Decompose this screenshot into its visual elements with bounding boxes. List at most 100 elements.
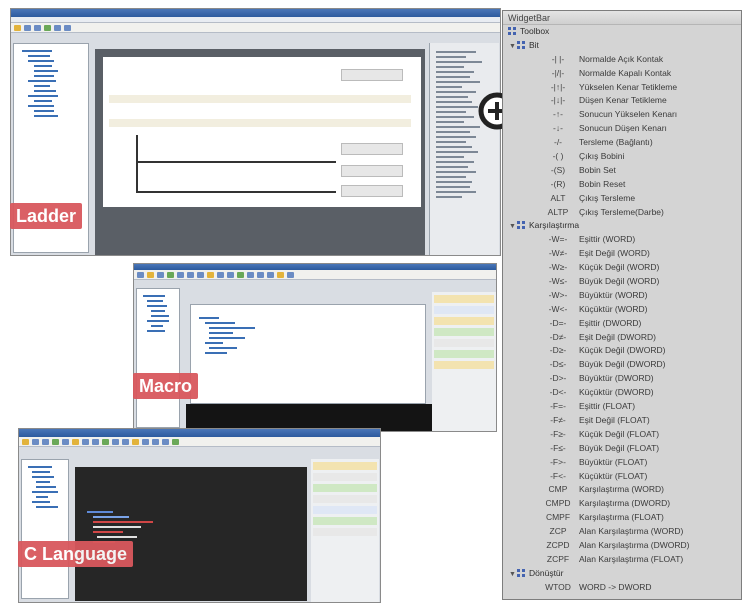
instruction-description: Büyük Değil (FLOAT)	[579, 442, 660, 453]
instruction-symbol: -W≥-	[548, 262, 568, 273]
instruction-symbol: -D=-	[549, 317, 567, 328]
instruction-description: Normalde Açık Kontak	[579, 53, 664, 64]
section-label: Bit	[529, 39, 539, 50]
collapse-arrow-icon[interactable]: ▼	[509, 40, 517, 54]
toolbox-item[interactable]: -|↑|- Yükselen Kenar Tetikleme	[503, 81, 741, 95]
instruction-description: Yükselen Kenar Tetikleme	[579, 81, 678, 92]
instruction-description: WORD -> DWORD	[579, 581, 652, 592]
instruction-description: Sonucun Düşen Kenarı	[579, 123, 667, 134]
toolbox-item[interactable]: -F≠- Eşit Değil (FLOAT)	[503, 414, 741, 428]
collapse-arrow-icon[interactable]: ▼	[509, 220, 517, 234]
toolbox-item[interactable]: ALTP Çıkış Tersleme(Darbe)	[503, 206, 741, 220]
instruction-symbol: -W<-	[548, 303, 568, 314]
toolbox-item[interactable]: -F≥- Küçük Değil (FLOAT)	[503, 428, 741, 442]
toolbox-item[interactable]: -F<- Küçüktür (FLOAT)	[503, 470, 741, 484]
toolbox-item[interactable]: -(S) Bobin Set	[503, 164, 741, 178]
instruction-description: Büyük Değil (DWORD)	[579, 359, 666, 370]
toolbox-item[interactable]: -↓- Sonucun Düşen Kenarı	[503, 122, 741, 136]
toolbox-item[interactable]: CMP Karşılaştırma (WORD)	[503, 483, 741, 497]
instruction-description: Tersleme (Bağlantı)	[579, 137, 653, 148]
instruction-description: Çıkış Tersleme(Darbe)	[579, 206, 664, 217]
coil-block	[341, 165, 403, 177]
instruction-description: Karşılaştırma (DWORD)	[579, 498, 671, 509]
macro-code-editor[interactable]	[190, 304, 426, 404]
toolbox-item[interactable]: -W<- Küçüktür (WORD)	[503, 303, 741, 317]
c-code-editor[interactable]	[75, 467, 307, 601]
macro-editor-screenshot	[133, 263, 497, 432]
instruction-description: Karşılaştırma (FLOAT)	[579, 512, 664, 523]
instruction-symbol: -D≤-	[549, 359, 567, 370]
instruction-description: Küçüktür (FLOAT)	[579, 470, 648, 481]
ladder-title-bar	[11, 9, 500, 17]
toolbox-item[interactable]: -F=- Eşittir (FLOAT)	[503, 400, 741, 414]
rung-highlight	[109, 119, 411, 127]
instruction-symbol: -/-	[553, 137, 563, 148]
c-toolbar	[19, 437, 380, 447]
toolbox-item[interactable]: -D≠- Eşit Değil (DWORD)	[503, 331, 741, 345]
macro-project-tree	[136, 288, 180, 428]
toolbox-section-header[interactable]: ▼ Bit	[503, 39, 741, 53]
instruction-symbol: -|/|-	[551, 67, 565, 78]
toolbox-item[interactable]: WTOD WORD -> DWORD	[503, 581, 741, 595]
toolbox-item[interactable]: -↑- Sonucun Yükselen Kenarı	[503, 108, 741, 122]
ladder-diagram-area[interactable]	[95, 49, 425, 255]
toolbox-item[interactable]: -D>- Büyüktür (DWORD)	[503, 372, 741, 386]
instruction-description: Bobin Set	[579, 164, 616, 175]
instruction-description: Çıkış Bobini	[579, 151, 625, 162]
toolbox-item[interactable]: -D≤- Büyük Değil (DWORD)	[503, 358, 741, 372]
collapse-arrow-icon[interactable]: ▼	[509, 568, 517, 582]
instruction-description: Çıkış Tersleme	[579, 192, 636, 203]
toolbox-item[interactable]: -W>- Büyüktür (WORD)	[503, 289, 741, 303]
c-language-editor-screenshot	[18, 428, 381, 603]
c-language-label: C Language	[18, 541, 134, 567]
instruction-description: Eşittir (WORD)	[579, 234, 636, 245]
toolbox-item[interactable]: -( ) Çıkış Bobini	[503, 150, 741, 164]
category-grid-icon	[517, 221, 525, 230]
toolbox-item[interactable]: ZCPF Alan Karşılaştırma (FLOAT)	[503, 553, 741, 567]
toolbox-item[interactable]: CMPF Karşılaştırma (FLOAT)	[503, 511, 741, 525]
toolbox-item[interactable]: -F>- Büyüktür (FLOAT)	[503, 456, 741, 470]
instruction-description: Eşit Değil (FLOAT)	[579, 414, 650, 425]
toolbox-item[interactable]: -D=- Eşittir (DWORD)	[503, 317, 741, 331]
toolbox-item[interactable]: -|/|- Normalde Kapalı Kontak	[503, 67, 741, 81]
coil-block	[341, 143, 403, 155]
toolbox-section-header[interactable]: ▼ Dönüştür	[503, 567, 741, 581]
instruction-description: Küçük Değil (WORD)	[579, 262, 660, 273]
instruction-description: Eşittir (DWORD)	[579, 317, 642, 328]
toolbox-item[interactable]: -D≥- Küçük Değil (DWORD)	[503, 344, 741, 358]
toolbox-header[interactable]: Toolbox	[503, 25, 741, 39]
toolbox-item[interactable]: CMPD Karşılaştırma (DWORD)	[503, 497, 741, 511]
instruction-symbol: -D<-	[549, 387, 567, 398]
toolbox-item[interactable]: -D<- Küçüktür (DWORD)	[503, 386, 741, 400]
ladder-rungs-canvas[interactable]	[103, 57, 421, 207]
coil-block	[341, 69, 403, 81]
instruction-description: Bobin Reset	[579, 178, 626, 189]
instruction-symbol: -D>-	[549, 373, 567, 384]
instruction-symbol: ALT	[550, 192, 566, 203]
toolbox-item[interactable]: ALT Çıkış Tersleme	[503, 192, 741, 206]
rung-wire	[136, 191, 336, 193]
toolbox-section-header[interactable]: ▼ Karşılaştırma	[503, 219, 741, 233]
toolbox-item[interactable]: ZCP Alan Karşılaştırma (WORD)	[503, 525, 741, 539]
toolbox-item[interactable]: -W=- Eşittir (WORD)	[503, 233, 741, 247]
toolbox-item[interactable]: -(R) Bobin Reset	[503, 178, 741, 192]
rung-wire	[136, 161, 336, 163]
toolbox-item[interactable]: -F≤- Büyük Değil (FLOAT)	[503, 442, 741, 456]
toolbox-item[interactable]: -W≠- Eşit Değil (WORD)	[503, 247, 741, 261]
instruction-symbol: CMPD	[545, 498, 571, 509]
instruction-symbol: ZCP	[549, 526, 567, 537]
macro-label: Macro	[133, 373, 199, 399]
toolbox-item[interactable]: -| |- Normalde Açık Kontak	[503, 53, 741, 67]
toolbox-item[interactable]: ZCPD Alan Karşılaştırma (DWORD)	[503, 539, 741, 553]
toolbox-item[interactable]: -W≤- Büyük Değil (WORD)	[503, 275, 741, 289]
instruction-symbol: -(S)	[550, 164, 566, 175]
toolbox-item[interactable]: -|↓|- Düşen Kenar Tetikleme	[503, 94, 741, 108]
toolbox-item[interactable]: -/- Tersleme (Bağlantı)	[503, 136, 741, 150]
instruction-symbol: ZCPD	[546, 539, 570, 550]
toolbox-list: ▼ Bit -| |- Normalde Açık Kontak -|/|- Normal…	[503, 39, 741, 595]
toolbox-item[interactable]: -W≥- Küçük Değil (WORD)	[503, 261, 741, 275]
instruction-symbol: -W>-	[548, 289, 568, 300]
instruction-symbol: -F=-	[550, 401, 566, 412]
instruction-symbol: -F>-	[550, 456, 566, 467]
ladder-label: Ladder	[10, 203, 83, 229]
